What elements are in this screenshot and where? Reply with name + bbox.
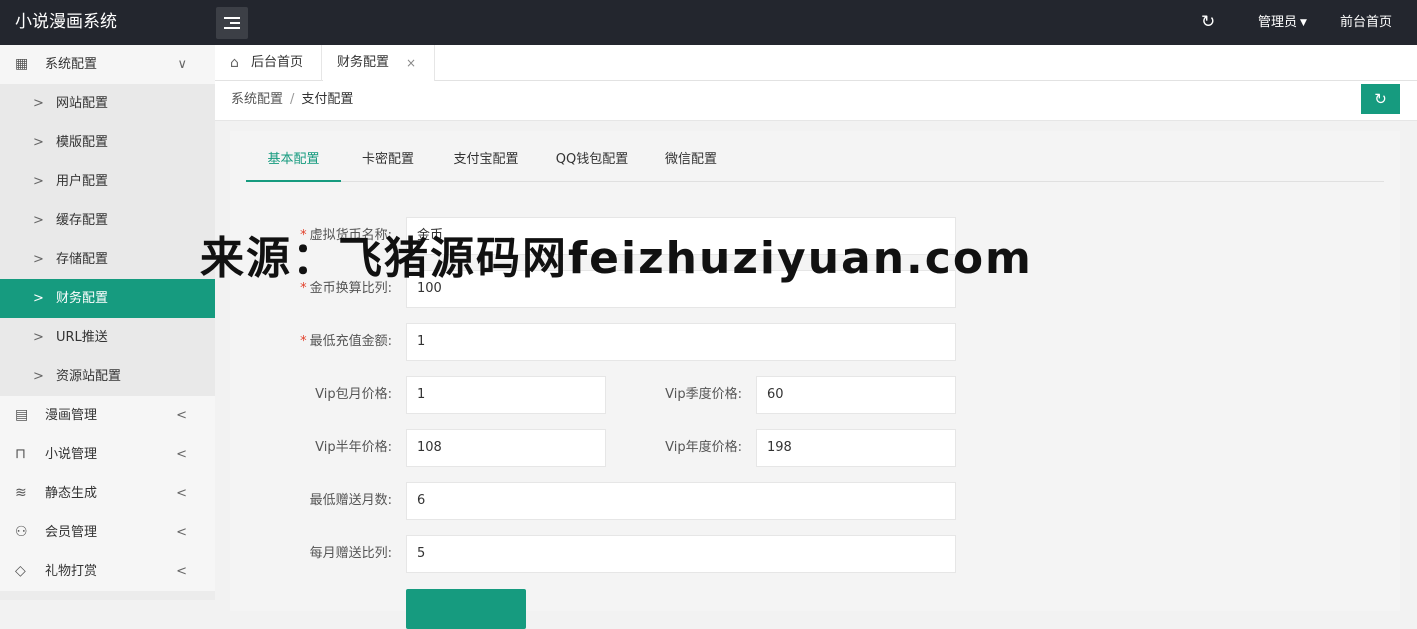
chevron-left-icon: < (176, 564, 187, 579)
sidebar-item-label: 模版配置 (56, 135, 109, 150)
page-refresh-button[interactable]: ↻ (1361, 84, 1400, 114)
sidebar-item-label: 存储配置 (56, 252, 109, 267)
sidebar-item-label: 资源站配置 (56, 369, 122, 384)
page-tabs: ⌂ 后台首页 财务配置 × (215, 45, 1417, 82)
user-icon: ⚇ (15, 524, 28, 540)
sidebar-item-user-config[interactable]: > 用户配置 (0, 162, 215, 201)
diamond-icon: ◇ (15, 563, 26, 579)
sidebar-group-label: 会员管理 (45, 525, 98, 540)
chevron-right-icon: > (33, 330, 44, 345)
min-gift-months-label: 最低赠送月数: (309, 493, 392, 508)
sidebar-group-comic[interactable]: ▤ 漫画管理 < (0, 396, 215, 435)
tab-wechat-config[interactable]: 微信配置 (659, 143, 723, 182)
chevron-right-icon: > (33, 135, 44, 150)
chevron-down-icon: ∨ (177, 57, 187, 72)
min-recharge-field[interactable]: 1 (406, 323, 956, 361)
chevron-left-icon: < (176, 447, 187, 462)
sidebar-item-label: 网站配置 (56, 96, 109, 111)
close-icon[interactable]: × (406, 45, 416, 81)
sidebar-group-gift[interactable]: ◇ 礼物打赏 < (0, 552, 215, 591)
sidebar-item-label: 财务配置 (56, 291, 109, 306)
chevron-right-icon: > (33, 96, 44, 111)
refresh-icon: ↻ (1374, 90, 1387, 108)
sidebar-item-label: 用户配置 (56, 174, 109, 189)
chevron-right-icon: > (33, 213, 44, 228)
sidebar-item-label: URL推送 (56, 330, 108, 345)
min-gift-months-field[interactable]: 6 (406, 482, 956, 520)
sidebar-group-member[interactable]: ⚇ 会员管理 < (0, 513, 215, 552)
breadcrumb: 系统配置 / 支付配置 (231, 81, 353, 119)
sidebar-item-resource-config[interactable]: > 资源站配置 (0, 357, 215, 396)
chevron-right-icon: > (33, 291, 44, 306)
sidebar-group-novel[interactable]: ⊓ 小说管理 < (0, 435, 215, 474)
open-book-icon: ⊓ (15, 446, 26, 462)
sidebar-item-template-config[interactable]: > 模版配置 (0, 123, 215, 162)
book-icon: ▤ (15, 407, 29, 423)
hamburger-icon[interactable] (216, 7, 248, 39)
vip-year-field[interactable]: 198 (756, 429, 956, 467)
sidebar-group-system-config[interactable]: ▦ 系统配置 ∨ (0, 45, 215, 84)
sidebar-item-site-config[interactable]: > 网站配置 (0, 84, 215, 123)
chevron-left-icon: < (176, 408, 187, 423)
tab-label: 财务配置 (337, 55, 390, 70)
monthly-gift-ratio-field[interactable]: 5 (406, 535, 956, 573)
config-tabs: 基本配置 卡密配置 支付宝配置 QQ钱包配置 微信配置 (246, 143, 1384, 182)
vip-month-field[interactable]: 1 (406, 376, 606, 414)
refresh-icon[interactable]: ↻ (1201, 12, 1215, 32)
sidebar-item-finance-config[interactable]: > 财务配置 (0, 279, 215, 318)
vip-year-label: Vip年度价格: (665, 440, 742, 455)
vip-half-label: Vip半年价格: (315, 440, 392, 455)
watermark-text: 来源：飞猪源码网feizhuziyuan.com (200, 233, 1033, 284)
tab-admin-home[interactable]: ⌂ 后台首页 (215, 45, 322, 81)
chevron-right-icon: > (33, 369, 44, 384)
sidebar-group-label: 小说管理 (45, 447, 98, 462)
chevron-right-icon: > (33, 174, 44, 189)
sidebar-item-cache-config[interactable]: > 缓存配置 (0, 201, 215, 240)
top-bar: 小说漫画系统 ↻ 管理员 ▼ 前台首页 (0, 0, 1417, 45)
sidebar-item-label: 缓存配置 (56, 213, 109, 228)
vip-quarter-field[interactable]: 60 (756, 376, 956, 414)
breadcrumb-current: 支付配置 (301, 92, 354, 107)
tab-label: 后台首页 (251, 55, 304, 70)
sidebar: ▦ 系统配置 ∨ > 网站配置 > 模版配置 > 用户配置 > 缓存配置 > 存储配置 >… (0, 45, 215, 600)
home-icon: ⌂ (230, 55, 239, 71)
submit-button[interactable] (406, 589, 526, 629)
vip-quarter-label: Vip季度价格: (665, 387, 742, 402)
chevron-right-icon: > (33, 252, 44, 267)
breadcrumb-bar: 系统配置 / 支付配置 ↻ (215, 81, 1417, 121)
vip-month-label: Vip包月价格: (315, 387, 392, 402)
sidebar-item-url-push[interactable]: > URL推送 (0, 318, 215, 357)
tab-qqwallet-config[interactable]: QQ钱包配置 (547, 143, 637, 182)
front-home-link[interactable]: 前台首页 (1340, 0, 1392, 45)
sidebar-group-static[interactable]: ≋ 静态生成 < (0, 474, 215, 513)
sidebar-group-label: 系统配置 (45, 57, 98, 72)
chevron-left-icon: < (176, 486, 187, 501)
sidebar-group-label: 礼物打赏 (45, 564, 98, 579)
layers-icon: ≋ (15, 485, 27, 501)
grid-icon: ▦ (15, 56, 29, 72)
tab-alipay-config[interactable]: 支付宝配置 (446, 143, 526, 182)
sidebar-group-label: 静态生成 (45, 486, 98, 501)
monthly-gift-ratio-label: 每月赠送比列: (309, 546, 392, 561)
breadcrumb-separator: / (290, 92, 295, 107)
sidebar-item-storage-config[interactable]: > 存储配置 (0, 240, 215, 279)
app-title: 小说漫画系统 (15, 12, 117, 32)
user-menu[interactable]: 管理员 ▼ (1258, 0, 1307, 47)
tab-card-config[interactable]: 卡密配置 (357, 143, 419, 182)
chevron-left-icon: < (176, 525, 187, 540)
user-menu-label: 管理员 (1258, 15, 1298, 30)
breadcrumb-parent[interactable]: 系统配置 (231, 92, 283, 107)
min-recharge-label: * 最低充值金额: (300, 334, 392, 349)
vip-half-field[interactable]: 108 (406, 429, 606, 467)
tab-finance-config[interactable]: 财务配置 × (323, 45, 435, 82)
tab-basic-config[interactable]: 基本配置 (246, 143, 341, 182)
caret-down-icon: ▼ (1300, 18, 1307, 28)
sidebar-group-label: 漫画管理 (45, 408, 98, 423)
